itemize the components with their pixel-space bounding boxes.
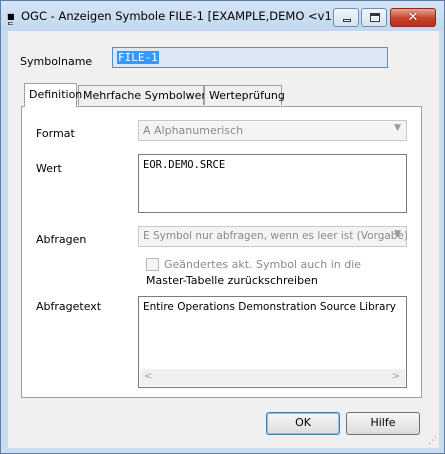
horizontal-scrollbar[interactable]: < > bbox=[140, 369, 405, 386]
writeback-checkbox-label: Geändertes akt. Symbol auch in die bbox=[164, 258, 362, 271]
title-bar[interactable]: ■ ᄃ OGC - Anzeigen Symbole FILE-1 [EXAMP… bbox=[1, 1, 444, 31]
wert-label: Wert bbox=[36, 162, 62, 175]
scroll-right-icon[interactable]: > bbox=[392, 371, 400, 382]
chevron-down-icon: ▼ bbox=[394, 123, 401, 133]
close-icon: ✕ bbox=[407, 10, 419, 25]
abfragen-label: Abfragen bbox=[36, 233, 87, 246]
writeback-checkbox[interactable] bbox=[146, 258, 159, 271]
tab-mehrfache-symbolwerte[interactable]: Mehrfache Symbolwerte bbox=[78, 85, 217, 105]
symbolname-field[interactable]: FILE-1 bbox=[112, 47, 388, 68]
tab-definition[interactable]: Definition bbox=[24, 83, 82, 107]
abfragen-value: E Symbol nur abfragen, wenn es leer ist … bbox=[143, 230, 409, 242]
minimize-button[interactable] bbox=[333, 8, 359, 27]
scroll-left-icon[interactable]: < bbox=[144, 371, 152, 382]
resize-grip-icon[interactable]: ⋰ bbox=[428, 437, 438, 447]
format-value: A Alphanumerisch bbox=[143, 124, 244, 137]
tab-wertepruefung[interactable]: Werteprüfung bbox=[204, 85, 285, 105]
symbolname-label: Symbolname bbox=[20, 55, 93, 68]
wert-textarea[interactable]: EOR.DEMO.SRCE bbox=[138, 154, 407, 213]
maximize-button[interactable] bbox=[361, 8, 387, 27]
format-label: Format bbox=[36, 127, 75, 140]
abfragen-select[interactable]: E Symbol nur abfragen, wenn es leer ist … bbox=[138, 226, 409, 247]
abfragetext-textarea[interactable]: Entire Operations Demonstration Source L… bbox=[138, 296, 407, 388]
maximize-icon bbox=[370, 13, 380, 22]
abfragetext-value: Entire Operations Demonstration Source L… bbox=[143, 301, 397, 313]
window-title: OGC - Anzeigen Symbole FILE-1 [EXAMPLE,D… bbox=[21, 9, 346, 23]
ok-button[interactable]: OK bbox=[266, 412, 340, 435]
help-button[interactable]: Hilfe bbox=[346, 412, 420, 435]
abfragetext-label: Abfragetext bbox=[36, 300, 102, 313]
minimize-icon bbox=[343, 19, 351, 22]
definition-panel: Format A Alphanumerisch ▼ Wert EOR.DEMO.… bbox=[21, 106, 422, 398]
format-select[interactable]: A Alphanumerisch ▼ bbox=[138, 120, 407, 141]
app-icon: ■ ᄃ bbox=[7, 12, 15, 30]
symbolname-value: FILE-1 bbox=[117, 51, 159, 64]
writeback-checkbox-label-line2: Master-Tabelle zurückschreiben bbox=[146, 274, 318, 287]
wert-value: EOR.DEMO.SRCE bbox=[143, 159, 226, 171]
close-button[interactable]: ✕ bbox=[390, 8, 436, 27]
dialog-client-area: Symbolname FILE-1 Definition Mehrfache S… bbox=[8, 31, 439, 448]
dialog-window: ■ ᄃ OGC - Anzeigen Symbole FILE-1 [EXAMP… bbox=[0, 0, 445, 454]
chevron-down-icon: ▼ bbox=[394, 229, 401, 239]
